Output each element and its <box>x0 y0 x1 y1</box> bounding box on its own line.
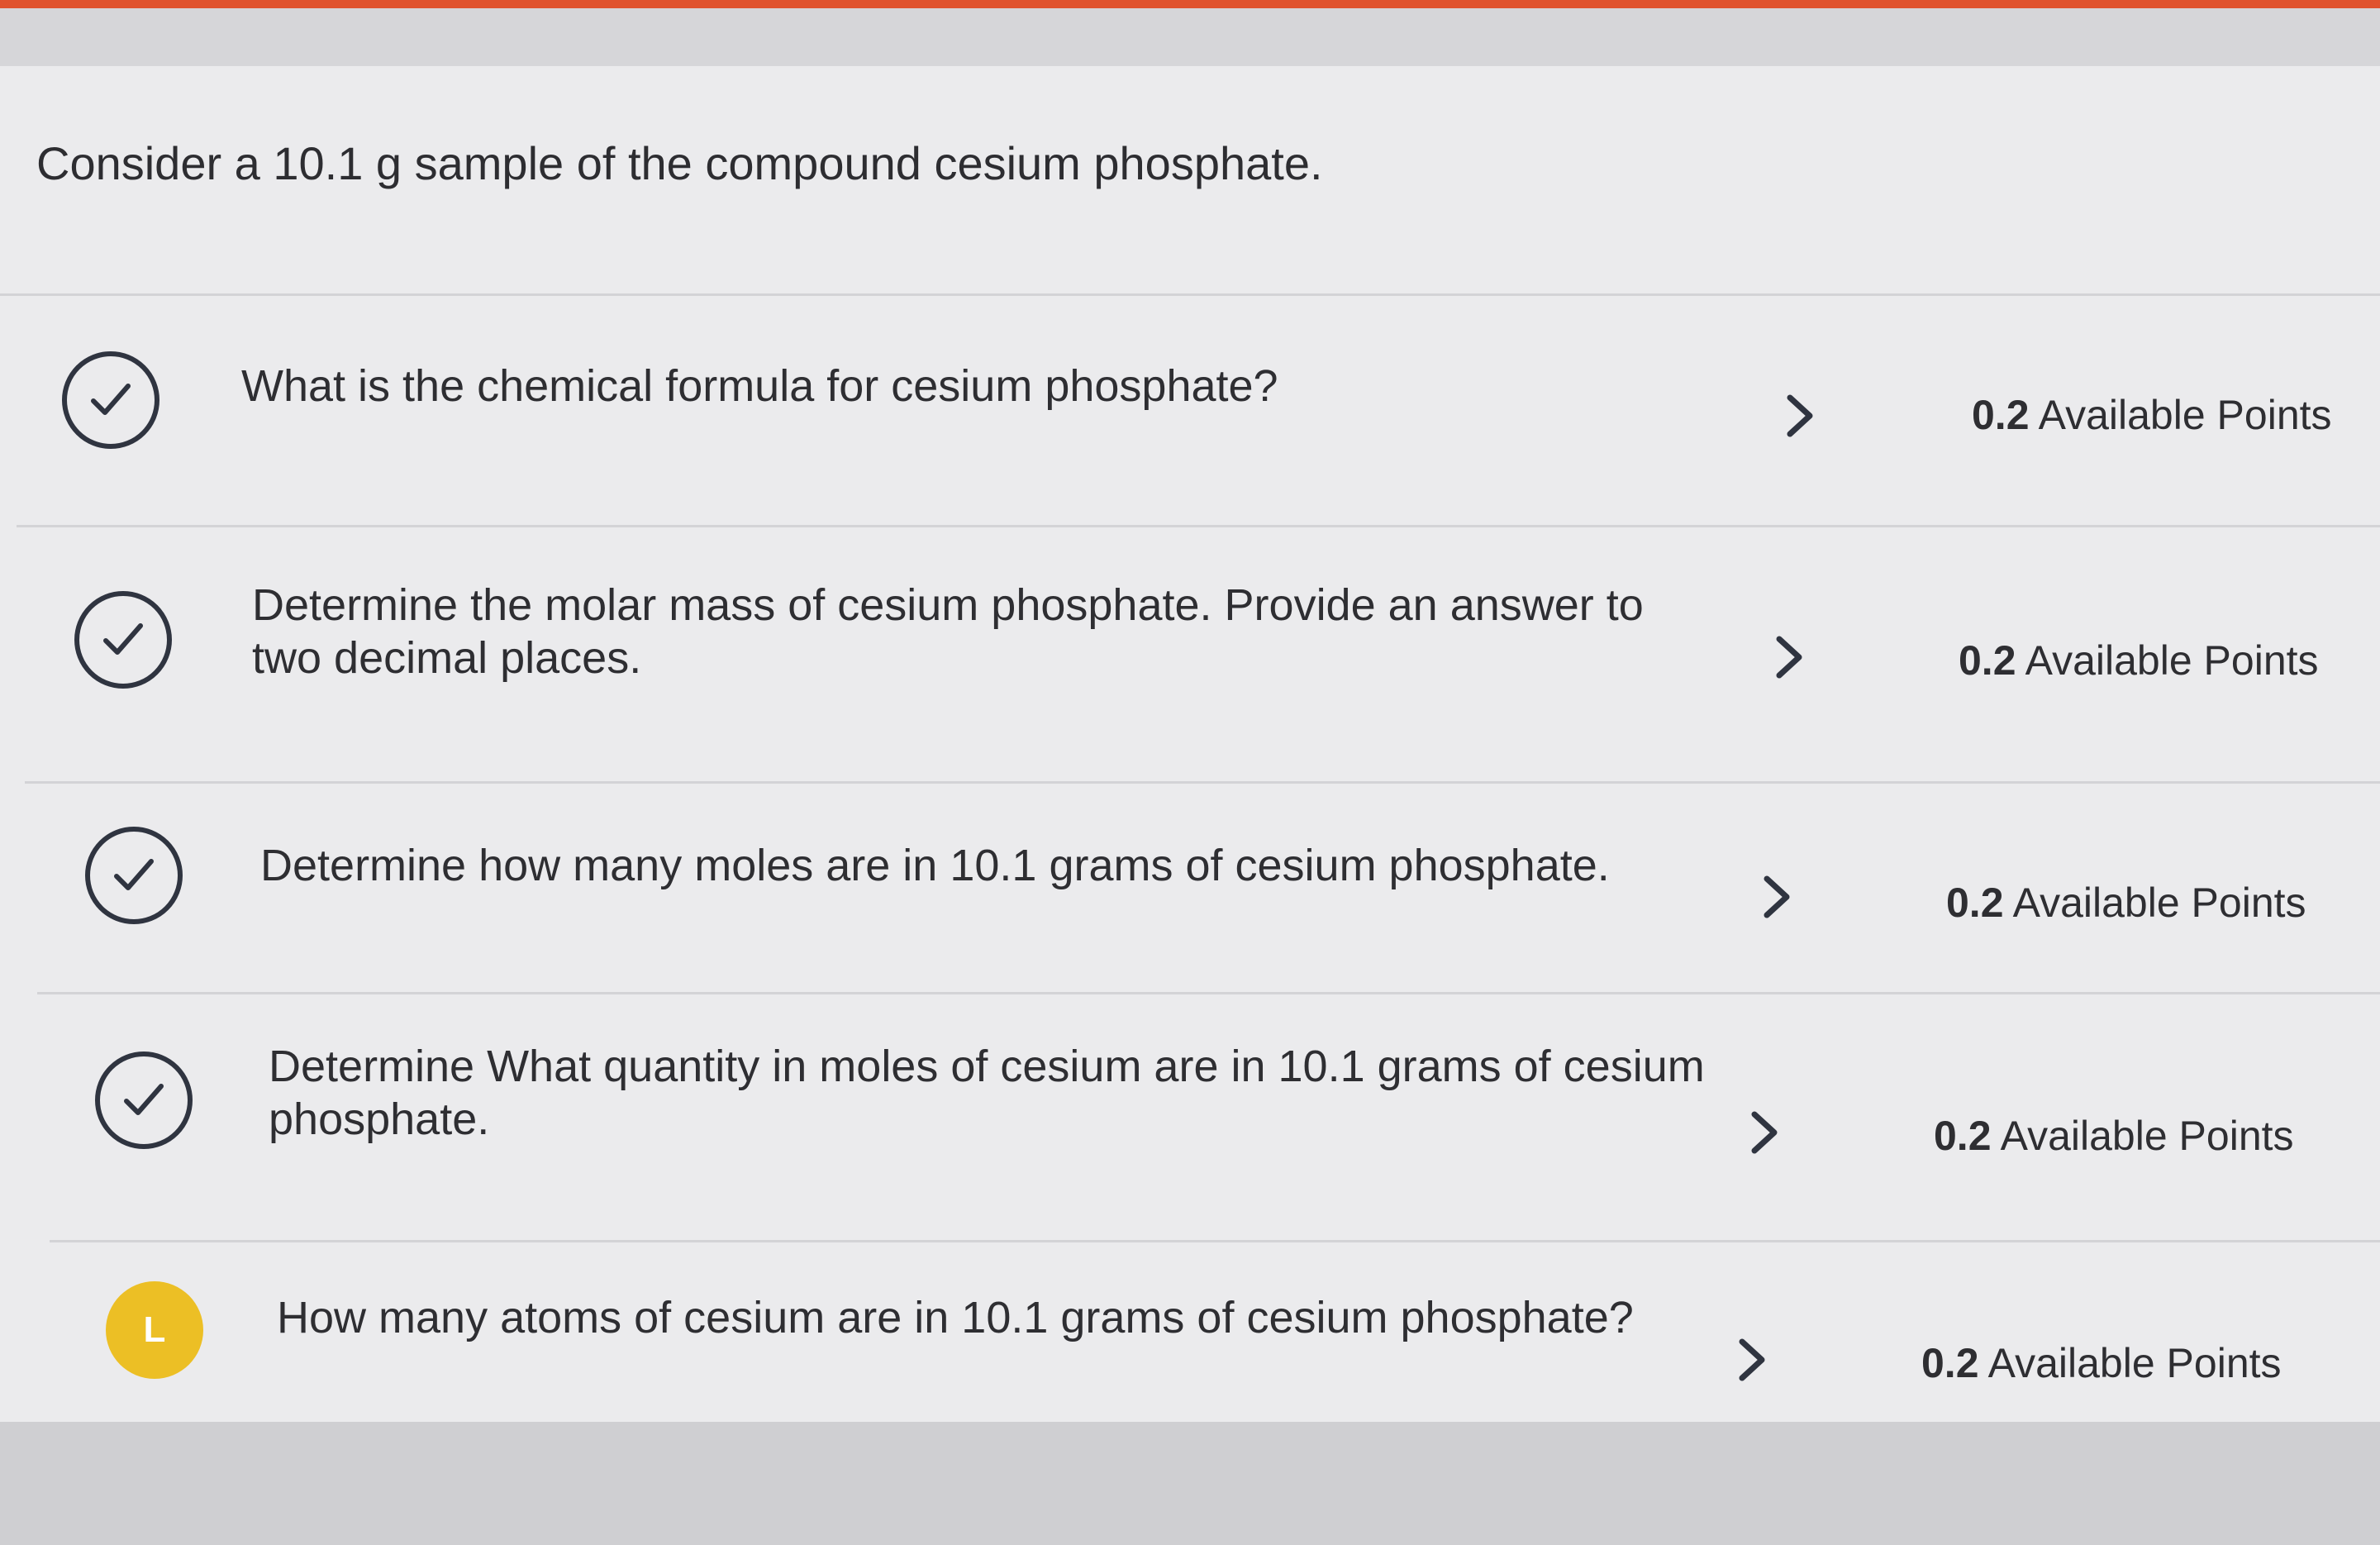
available-points: 0.2 Available Points <box>1934 1112 2294 1160</box>
question-item-2[interactable]: Determine the molar mass of cesium phosp… <box>0 525 2380 781</box>
top-accent-bar <box>0 0 2380 8</box>
points-value: 0.2 <box>1972 392 2030 438</box>
chevron-right-icon[interactable] <box>1775 391 1825 441</box>
points-value: 0.2 <box>1946 880 2004 926</box>
available-points: 0.2 Available Points <box>1972 391 2332 439</box>
header-strip <box>0 8 2380 66</box>
checkmark-circle-icon <box>74 591 172 689</box>
points-label: Available Points <box>1987 1340 2282 1386</box>
question-text: Determine how many moles are in 10.1 gra… <box>260 841 1610 890</box>
question-text: How many atoms of cesium are in 10.1 gra… <box>277 1293 1634 1342</box>
chevron-right-icon[interactable] <box>1752 872 1802 922</box>
available-points: 0.2 Available Points <box>1921 1339 2282 1387</box>
question-item-1[interactable]: What is the chemical formula for cesium … <box>0 293 2380 525</box>
question-item-5[interactable]: L How many atoms of cesium are in 10.1 g… <box>0 1240 2380 1422</box>
checkmark-circle-icon <box>62 351 159 449</box>
question-text: What is the chemical formula for cesium … <box>241 361 1278 411</box>
page-background <box>0 1422 2380 1545</box>
points-label: Available Points <box>2025 637 2319 684</box>
in-progress-circle-icon: L <box>106 1281 203 1379</box>
question-item-3[interactable]: Determine how many moles are in 10.1 gra… <box>0 781 2380 992</box>
checkmark-circle-icon <box>95 1051 193 1149</box>
points-value: 0.2 <box>1959 637 2016 684</box>
available-points: 0.2 Available Points <box>1959 637 2319 684</box>
checkmark-circle-icon <box>85 827 183 924</box>
question-text: Determine What quantity in moles of cesi… <box>269 1042 1705 1144</box>
problem-statement: Consider a 10.1 g sample of the compound… <box>36 137 1323 189</box>
points-label: Available Points <box>2038 392 2332 438</box>
chevron-right-icon[interactable] <box>1764 632 1814 682</box>
available-points: 0.2 Available Points <box>1946 879 2306 927</box>
chevron-right-icon[interactable] <box>1740 1108 1789 1157</box>
points-label: Available Points <box>2012 880 2306 926</box>
points-value: 0.2 <box>1934 1113 1992 1159</box>
points-value: 0.2 <box>1921 1340 1979 1386</box>
status-letter: L <box>143 1309 166 1350</box>
question-item-4[interactable]: Determine What quantity in moles of cesi… <box>0 992 2380 1240</box>
question-text: Determine the molar mass of cesium phosp… <box>252 580 1644 683</box>
points-label: Available Points <box>2000 1113 2294 1159</box>
chevron-right-icon[interactable] <box>1727 1335 1777 1385</box>
